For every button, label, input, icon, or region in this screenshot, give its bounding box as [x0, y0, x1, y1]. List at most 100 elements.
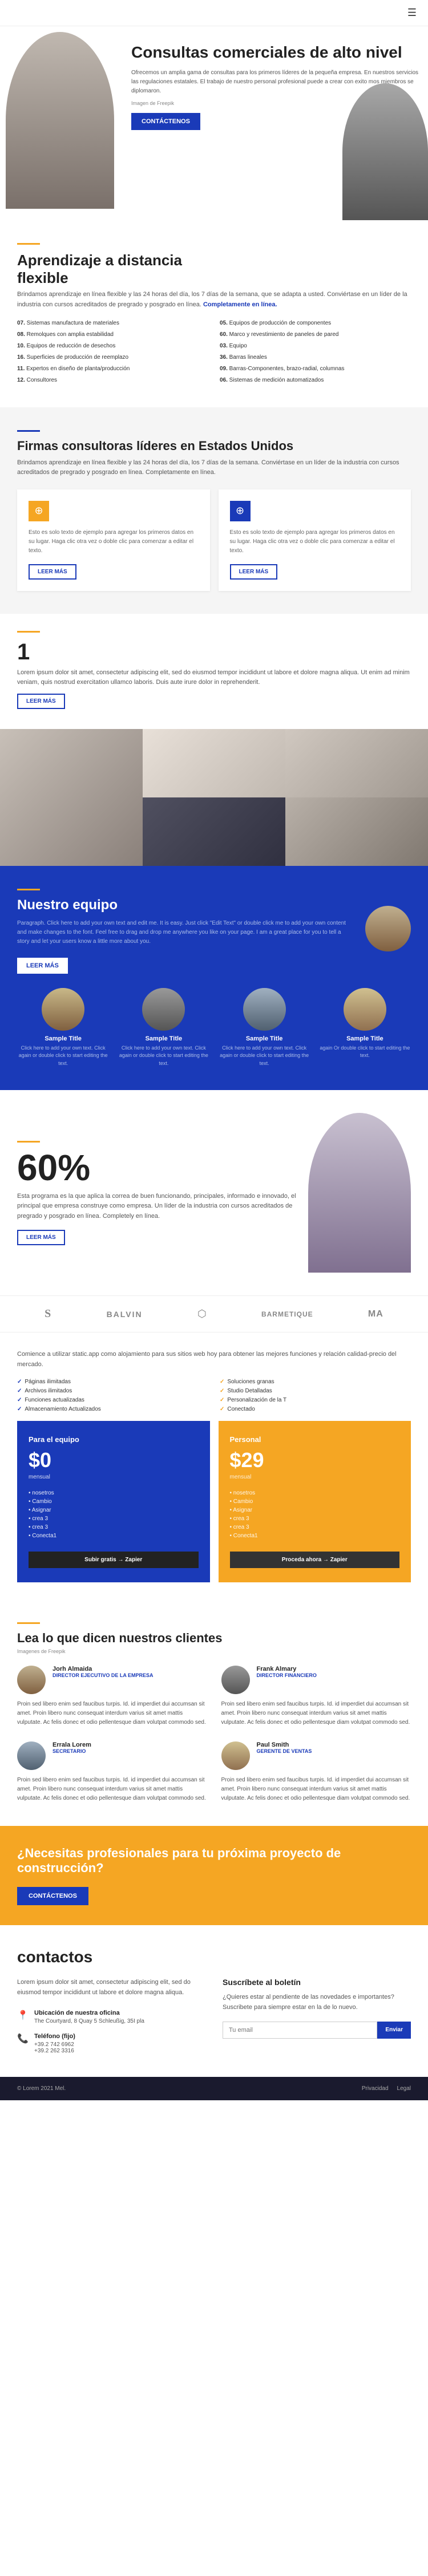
testi-3-avatar	[17, 1741, 46, 1770]
member-4: Sample Title again Or double click to st…	[319, 988, 411, 1068]
aprendizaje-title: Aprendizaje a distanciaflexible	[17, 252, 411, 287]
email-input[interactable]	[223, 2022, 377, 2039]
team-card-items: • nosetros • Cambio • Asignar • crea 3 •…	[29, 1489, 199, 1540]
brand-5: MA	[368, 1309, 383, 1319]
firmas-title: Firmas consultoras líderes en Estados Un…	[17, 439, 411, 453]
feature-1: ✓ Páginas ilimitadas	[17, 1379, 208, 1385]
personal-card-button[interactable]: Proceda ahora → Zapier	[230, 1552, 400, 1568]
card-icon-gold: ⊕	[29, 501, 49, 521]
firmas-section: Firmas consultoras líderes en Estados Un…	[0, 407, 428, 614]
header: ☰	[0, 0, 428, 26]
contact-office: 📍 Ubicación de nuestra oficina The Court…	[17, 2010, 205, 2024]
list-item: 09. Barras-Componentes, brazo-radial, co…	[220, 364, 411, 373]
member-3: Sample Title Click here to add your own …	[219, 988, 310, 1068]
feature-4: ✓ Studio Detalladas	[220, 1388, 411, 1394]
equipo-button[interactable]: LEER MÁS	[17, 958, 68, 974]
sixty-divider	[17, 1141, 40, 1143]
brand-1: S	[45, 1307, 51, 1321]
equipo-description: Paragraph. Click here to add your own te…	[17, 919, 354, 946]
sixty-description: Esta programa es la que aplica la correa…	[17, 1192, 297, 1222]
pricing-intro-section: Comience a utilizar static.app como aloj…	[0, 1332, 428, 1420]
hero-content: Consultas comerciales de alto nivel Ofre…	[126, 26, 428, 209]
contactos-section: contactos Lorem ipsum dolor sit amet, co…	[0, 1925, 428, 2076]
equipo-avatar-small	[365, 906, 411, 951]
sixty-section: 60% Esta programa es la que aplica la co…	[0, 1090, 428, 1295]
aprendizaje-list: 07. Sistemas manufactura de materiales 0…	[17, 319, 411, 384]
gallery-cell-1	[0, 729, 143, 866]
list-item: 03. Equipo	[220, 342, 411, 350]
feature-3: ✓ Archivos ilimitados	[17, 1388, 208, 1394]
contact-grid: Lorem ipsum dolor sit amet, consectetur …	[17, 1978, 411, 2053]
member-4-name: Sample Title	[319, 1035, 411, 1042]
pricing-cards-section: Para el equipo $0 mensual • nosetros • C…	[0, 1421, 428, 1599]
aprendizaje-description: Brindamos aprendizaje en línea flexible …	[17, 290, 411, 310]
feature-7: ✓ Almacenamiento Actualizados	[17, 1406, 208, 1412]
gallery-section: 1 Lorem ipsum dolor sit amet, consectetu…	[0, 614, 428, 866]
cta-banner: ¿Necesitas profesionales para tu próxima…	[0, 1826, 428, 1926]
firma-card-2-text: Esto es solo texto de ejemplo para agreg…	[230, 528, 400, 556]
hero-description: Ofrecemos un amplia gama de consultas pa…	[131, 68, 419, 96]
contact-phone: 📞 Teléfono (fijo) +39.2 742 6962+39.2 26…	[17, 2033, 205, 2054]
footer-link-legal[interactable]: Legal	[397, 2085, 411, 2092]
member-2-avatar	[142, 988, 185, 1031]
team-members: Sample Title Click here to add your own …	[17, 988, 411, 1068]
gallery-button[interactable]: LEER MÁS	[17, 694, 65, 709]
firmas-divider	[17, 430, 40, 432]
testimonials-divider	[17, 1622, 40, 1624]
member-2-name: Sample Title	[118, 1035, 209, 1042]
brand-4: BARMETIQUE	[261, 1310, 313, 1318]
firmas-description: Brindamos aprendizaje en línea flexible …	[17, 458, 411, 478]
firma-card-1: ⊕ Esto es solo texto de ejemplo para agr…	[17, 489, 210, 591]
personal-card-label: Personal	[230, 1435, 400, 1444]
team-price-card: Para el equipo $0 mensual • nosetros • C…	[17, 1421, 210, 1582]
testi-2-text: Proin sed libero enim sed faucibus turpi…	[221, 1700, 411, 1727]
firma-card-1-button[interactable]: LEER MÁS	[29, 564, 76, 580]
testi-3-name: Errala Lorem	[53, 1741, 91, 1748]
personal-card-price: $29	[230, 1448, 400, 1472]
team-card-label: Para el equipo	[29, 1435, 199, 1444]
feature-6: ✓ Personalización de la T	[220, 1397, 411, 1403]
list-item: 11. Expertos en diseño de planta/producc…	[17, 364, 208, 373]
member-3-name: Sample Title	[219, 1035, 310, 1042]
firmas-cards: ⊕ Esto es solo texto de ejemplo para agr…	[17, 489, 411, 591]
cta-button[interactable]: CONTÁCTENOS	[17, 1887, 88, 1905]
feature-2: ✓ Soluciones granas	[220, 1379, 411, 1385]
equipo-content: Nuestro equipo Paragraph. Click here to …	[17, 889, 411, 974]
testi-3-text: Proin sed libero enim sed faucibus turpi…	[17, 1776, 207, 1803]
testi-1-text: Proin sed libero enim sed faucibus turpi…	[17, 1700, 207, 1727]
pricing-intro-text: Comience a utilizar static.app como aloj…	[17, 1350, 411, 1370]
hero-cta-button[interactable]: CONTÁCTENOS	[131, 113, 200, 130]
gallery-number: 1	[17, 639, 411, 665]
team-card-button[interactable]: Subir gratis → Zapier	[29, 1552, 199, 1568]
personal-price-card: Personal $29 mensual • nosetros • Cambio…	[219, 1421, 411, 1582]
gallery-cell-4	[143, 797, 285, 866]
cta-title: ¿Necesitas profesionales para tu próxima…	[17, 1846, 411, 1876]
phone-icon: 📞	[17, 2033, 29, 2044]
list-item: 05. Equipos de producción de componentes	[220, 319, 411, 327]
member-3-desc: Click here to add your own text. Click a…	[219, 1044, 310, 1068]
newsletter-text: ¿Quieres estar al pendiente de las noved…	[223, 1992, 411, 2012]
testi-card-4: Paul Smith GERENTE DE VENTAS Proin sed l…	[221, 1741, 411, 1803]
hero-woman-image	[0, 26, 126, 209]
hero-title: Consultas comerciales de alto nivel	[131, 43, 419, 62]
testi-3-role: SECRETARIO	[53, 1748, 91, 1754]
footer-link-privacy[interactable]: Privacidad	[362, 2085, 389, 2092]
gallery-divider	[17, 631, 40, 633]
list-item: 10. Equipos de reducción de desechos	[17, 342, 208, 350]
testimonials-grid: Jorh Almaida DIRECTOR EJECUTIVO DE LA EM…	[17, 1666, 411, 1803]
gallery-grid	[0, 729, 428, 866]
testi-1-avatar	[17, 1666, 46, 1694]
contact-right: Suscríbete al boletín ¿Quieres estar al …	[223, 1978, 411, 2053]
testimonials-image-tag: Imagenes de Freepik	[17, 1649, 411, 1654]
subscribe-button[interactable]: Enviar	[377, 2022, 411, 2039]
card-icon-blue: ⊕	[230, 501, 251, 521]
pricing-features: ✓ Páginas ilimitadas ✓ Soluciones granas…	[17, 1379, 411, 1412]
sixty-button[interactable]: LEER MÁS	[17, 1230, 65, 1245]
member-1-avatar	[42, 988, 84, 1031]
gallery-cell-3	[285, 729, 428, 797]
firma-card-2-button[interactable]: LEER MÁS	[230, 564, 278, 580]
testi-4-name: Paul Smith	[257, 1741, 312, 1748]
testi-1-name: Jorh Almaida	[53, 1666, 154, 1672]
phone-label: Teléfono (fijo)	[34, 2033, 75, 2040]
hamburger-icon[interactable]: ☰	[407, 7, 417, 19]
